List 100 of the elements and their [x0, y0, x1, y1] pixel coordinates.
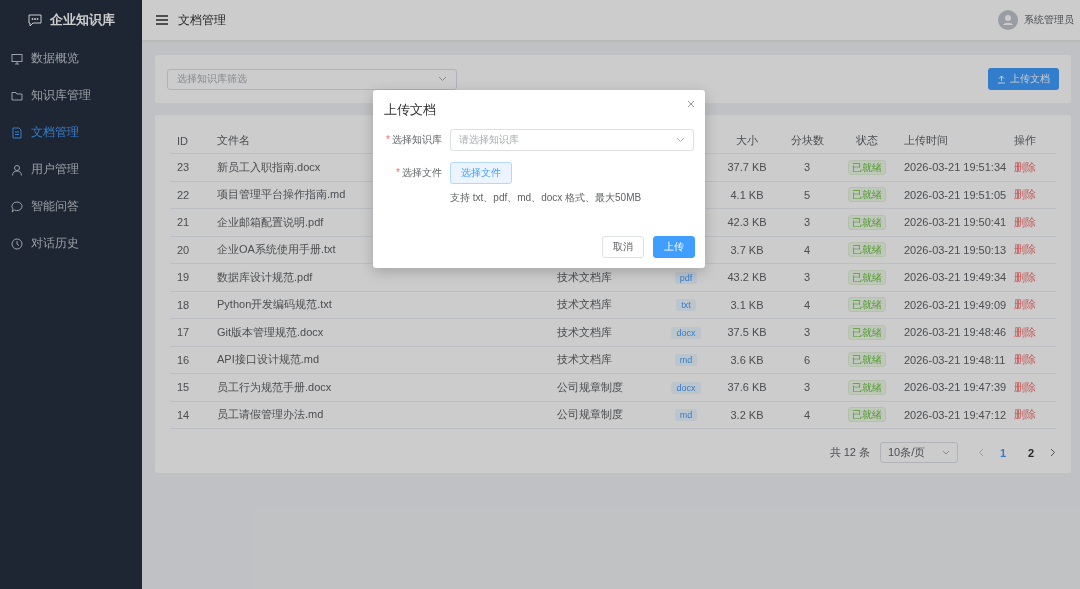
table-cell: 公司规章制度	[557, 408, 623, 421]
library-select[interactable]: 请选择知识库	[450, 129, 694, 151]
table-cell: 37.5 KB	[727, 326, 767, 339]
status-tag: 已就绪	[848, 324, 886, 340]
chevron-right-icon[interactable]	[1050, 448, 1056, 457]
page-size-select[interactable]: 10条/页	[880, 442, 958, 463]
column-header: 分块数	[790, 134, 824, 146]
delete-link[interactable]: 删除	[1014, 160, 1036, 173]
user-icon	[11, 163, 23, 176]
status-tag: 已就绪	[848, 187, 886, 203]
type-tag: md	[674, 409, 698, 422]
table-cell: 43.2 KB	[727, 271, 767, 284]
table-cell: 2026-03-21 19:49:09	[904, 298, 1007, 311]
table-cell: 22	[177, 188, 190, 201]
table-cell: 3	[803, 326, 811, 339]
table-cell: 3	[803, 271, 811, 284]
choose-file-button[interactable]: 选择文件	[450, 162, 512, 184]
folder-icon	[11, 89, 23, 102]
delete-link[interactable]: 删除	[1014, 270, 1036, 283]
table-cell: 企业邮箱配置说明.pdf	[217, 215, 324, 228]
chat-icon	[27, 13, 42, 27]
page-number[interactable]: 2	[1022, 446, 1040, 459]
delete-link[interactable]: 删除	[1014, 325, 1036, 338]
table-cell: 37.6 KB	[727, 381, 767, 394]
delete-link[interactable]: 删除	[1014, 188, 1036, 201]
total-count: 共 12 条	[829, 445, 870, 460]
table-cell: 公司规章制度	[557, 380, 623, 393]
delete-link[interactable]: 删除	[1014, 215, 1036, 228]
table-cell: 2026-03-21 19:51:05	[904, 188, 1007, 201]
table-cell: 2026-03-21 19:48:46	[904, 326, 1007, 339]
table-cell: 技术文档库	[557, 270, 612, 283]
table-cell: 19	[177, 271, 190, 284]
delete-link[interactable]: 删除	[1014, 408, 1036, 421]
table-cell: 技术文档库	[557, 325, 612, 338]
status-tag: 已就绪	[848, 242, 886, 258]
table-cell: 6	[803, 353, 811, 366]
column-header: 操作	[1014, 134, 1036, 146]
table-cell: 4	[803, 243, 811, 256]
table-cell: 3	[803, 381, 811, 394]
table-cell: 新员工入职指南.docx	[217, 160, 321, 173]
table-cell: 3.2 KB	[730, 408, 764, 421]
delete-link[interactable]: 删除	[1014, 353, 1036, 366]
sidebar-item[interactable]: 数据概览	[0, 40, 142, 77]
upload-icon	[997, 74, 1006, 84]
sidebar-item[interactable]: 文档管理	[0, 114, 142, 151]
status-tag: 已就绪	[848, 352, 886, 368]
table-cell: 企业OA系统使用手册.txt	[217, 243, 336, 256]
table-cell: 2026-03-21 19:48:11	[904, 353, 1006, 366]
table-cell: 2026-03-21 19:47:12	[904, 408, 1007, 421]
table-cell: 3.6 KB	[730, 353, 764, 366]
table-cell: 2026-03-21 19:49:34	[904, 271, 1007, 284]
table-cell: 42.3 KB	[727, 216, 767, 229]
table-cell: Python开发编码规范.txt	[217, 298, 332, 311]
clock-icon	[11, 237, 23, 250]
table-cell: 23	[177, 161, 190, 174]
sidebar-item[interactable]: 用户管理	[0, 151, 142, 188]
table-cell: 3.1 KB	[730, 298, 764, 311]
table-cell: 21	[177, 216, 190, 229]
type-tag: txt	[676, 299, 696, 312]
table-cell: 17	[177, 326, 190, 339]
delete-link[interactable]: 删除	[1014, 380, 1036, 393]
chevron-down-icon	[438, 76, 447, 82]
delete-link[interactable]: 删除	[1014, 243, 1036, 256]
user-name[interactable]: 系统管理员	[1024, 13, 1074, 27]
field-label: 选择文件	[402, 167, 442, 178]
status-tag: 已就绪	[848, 214, 886, 230]
table-cell: 4	[803, 408, 811, 421]
chevron-down-icon	[676, 137, 685, 143]
table-cell: 15	[177, 381, 190, 394]
table-cell: 员工行为规范手册.docx	[217, 380, 332, 393]
table-cell: 技术文档库	[557, 353, 612, 366]
page-number[interactable]: 1	[994, 446, 1012, 459]
dialog-title: 上传文档	[384, 101, 436, 119]
delete-link[interactable]: 删除	[1014, 298, 1036, 311]
table-cell: 4.1 KB	[730, 188, 764, 201]
sidebar-item[interactable]: 知识库管理	[0, 77, 142, 114]
status-tag: 已就绪	[848, 269, 886, 285]
chevron-left-icon[interactable]	[978, 448, 984, 457]
sidebar-item[interactable]: 对话历史	[0, 225, 142, 262]
field-label: 选择知识库	[392, 134, 442, 145]
page-title: 文档管理	[178, 11, 227, 29]
upload-button[interactable]: 上传	[653, 236, 695, 258]
app-logo-text: 企业知识库	[49, 11, 115, 29]
sidebar-item[interactable]: 智能问答	[0, 188, 142, 225]
upload-button[interactable]: 上传文档	[988, 68, 1059, 90]
type-tag: docx	[671, 381, 701, 394]
avatar-icon[interactable]	[998, 10, 1018, 30]
table-cell: Git版本管理规范.docx	[217, 325, 324, 338]
chat-bubble-icon	[11, 200, 23, 213]
table-cell: 技术文档库	[557, 298, 612, 311]
library-filter-select[interactable]: 选择知识库筛选	[167, 68, 457, 90]
menu-icon[interactable]	[156, 15, 168, 25]
file-hint: 支持 txt、pdf、md、docx 格式、最大50MB	[450, 191, 642, 205]
type-tag: pdf	[674, 271, 698, 284]
close-icon[interactable]	[687, 100, 695, 108]
table-cell: 项目管理平台操作指南.md	[217, 188, 346, 201]
column-header: 文件名	[217, 134, 250, 146]
table-cell: 18	[177, 298, 190, 311]
table-cell: 员工请假管理办法.md	[217, 408, 324, 421]
cancel-button[interactable]: 取消	[602, 236, 644, 258]
